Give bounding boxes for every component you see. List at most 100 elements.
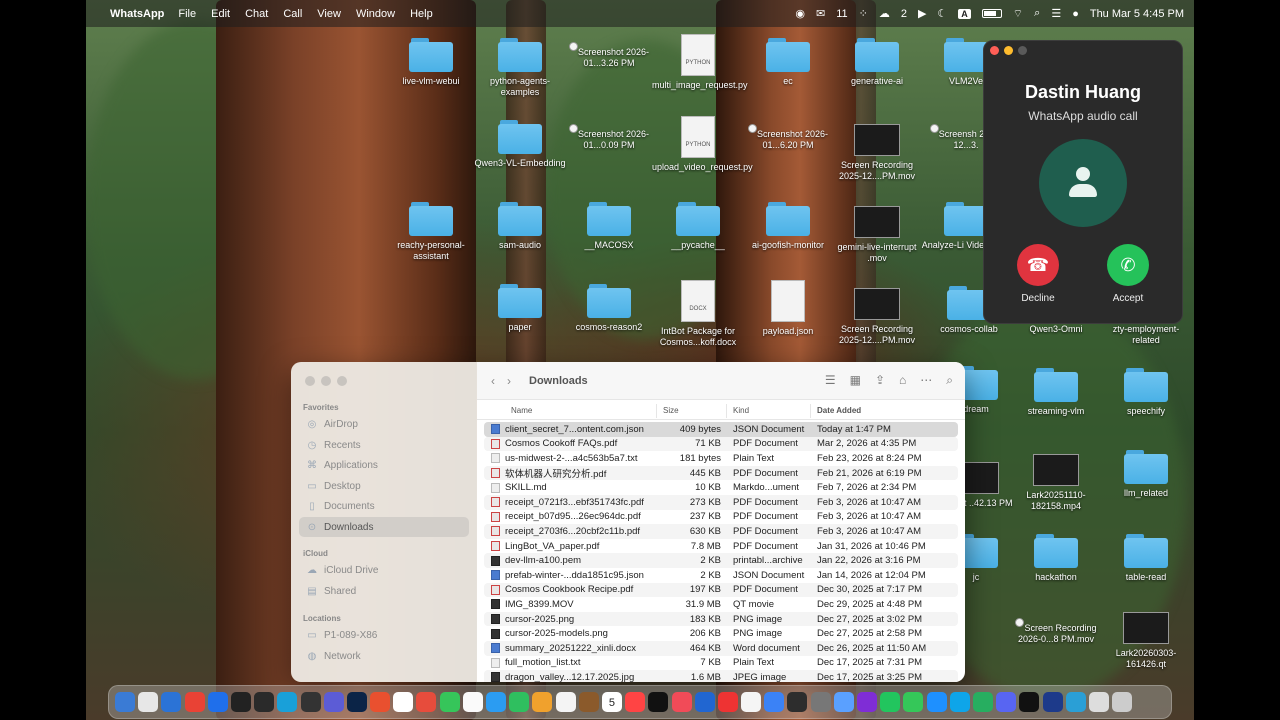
table-row[interactable]: LingBot_VA_paper.pdf 7.8 MB PDF Document Ja… [484,539,958,554]
menu-edit[interactable]: Edit [211,8,230,20]
input-source-icon[interactable]: A [958,8,971,19]
table-row[interactable]: Cosmos Cookoff FAQs.pdf 71 KB PDF Document… [484,436,958,452]
siri-icon[interactable]: ● [1072,8,1079,20]
dock-app-icon[interactable] [1042,692,1063,712]
dock-app-icon[interactable] [370,692,391,712]
dock-app-icon[interactable] [764,692,785,712]
back-icon[interactable]: ‹ [491,374,495,388]
desktop-icon[interactable]: Screenshot 2026-01...0.09 PM [563,122,655,151]
dock-app-icon[interactable] [439,692,460,712]
decline-button[interactable]: ☎ Decline [1008,244,1068,304]
menubar-clock[interactable]: Thu Mar 5 4:45 PM [1090,8,1184,20]
dock-app-icon[interactable] [346,692,367,712]
dock-app-icon[interactable] [555,692,576,712]
tag-icon[interactable]: ⌂ [899,373,906,388]
dock-app-icon[interactable] [1019,692,1040,712]
wifi-icon[interactable]: ⌔ [1013,7,1023,21]
sidebar-item-computer[interactable]: ▭ P1-089-X86 [299,625,469,645]
dock-app-icon[interactable] [161,692,182,712]
sidebar-item-desktop[interactable]: ▭ Desktop [299,476,469,496]
play-icon[interactable]: ▶ [918,7,926,20]
desktop-icon[interactable]: Lark20260303-161426.qt [1100,610,1192,670]
phone-icon[interactable]: ✆ [1107,244,1149,286]
table-row[interactable]: client_secret_7...ontent.com.json 409 byt… [484,422,958,437]
search-icon[interactable]: ⌕ [1034,7,1040,20]
desktop-icon[interactable]: Screen Recording 2025-12....PM.mov [831,122,923,182]
table-row[interactable]: summary_20251222_xinli.docx 464 KB Word do… [484,640,958,656]
dock-app-icon[interactable] [462,692,483,712]
minimize-button[interactable] [321,376,331,386]
share-icon[interactable]: ⇪ [875,373,885,388]
desktop-icon[interactable]: __pycache__ [652,202,744,251]
table-row[interactable]: us-midwest-2-...a4c563b5a7.txt 181 bytes P… [484,451,958,466]
table-row[interactable]: IMG_8399.MOV 31.9 MB QT movie Dec 29, 2025 … [484,597,958,612]
dock-app-icon[interactable] [810,692,831,712]
desktop-icon[interactable]: python-agents-examples [474,38,566,98]
table-row[interactable]: dev-llm-a100.pem 2 KB printabl...archive Ja… [484,553,958,568]
desktop-icon[interactable]: speechify [1100,368,1192,417]
close-button[interactable] [305,376,315,386]
dock-app-icon[interactable] [115,692,135,712]
dock-app-icon[interactable] [926,692,947,712]
desktop-icon[interactable]: llm_related [1100,450,1192,499]
table-row[interactable]: 软体机器人研究分析.pdf 445 KB PDF Document Feb 21, 2… [484,465,958,481]
dock-app-icon[interactable] [741,692,762,712]
zoom-button[interactable] [1018,46,1027,55]
sidebar-item-network[interactable]: ◍ Network [299,646,469,666]
desktop-icon[interactable]: DOCX IntBot Package for Cosmos...koff.doc… [652,280,744,348]
dock-app-icon[interactable] [717,692,738,712]
desktop-icon[interactable]: Screenshot 2026-01...6.20 PM [742,122,834,151]
column-name[interactable]: Name [477,403,657,418]
desktop-icon[interactable]: hackathon [1010,534,1102,583]
wechat-icon[interactable]: ✉ [816,7,825,20]
menu-file[interactable]: File [178,8,196,20]
cloud-icon[interactable]: ☁ [879,7,890,20]
accept-button[interactable]: ✆ Accept [1098,244,1158,304]
table-row[interactable]: prefab-winter-...dda1851c95.json 2 KB JSON… [484,568,958,583]
desktop-icon[interactable]: ec [742,38,834,87]
dock-app-icon[interactable] [1088,692,1109,712]
dock-app-icon[interactable] [323,692,344,712]
search-icon[interactable]: ⌕ [946,373,953,388]
desktop-icon[interactable]: live-vlm-webui [385,38,477,87]
desktop-icon[interactable]: reachy-personal-assistant [385,202,477,262]
dock-app-icon[interactable] [230,692,251,712]
sidebar-item-documents[interactable]: ▯ Documents [299,496,469,516]
hang-up-icon[interactable]: ☎ [1017,244,1059,286]
sidebar-item-shared[interactable]: ▤ Shared [299,581,469,601]
dock-app-icon[interactable] [787,692,808,712]
desktop-icon[interactable]: Screenshot 2026-01...3.26 PM [563,40,655,69]
dock-app-icon[interactable] [184,692,205,712]
desktop-icon[interactable]: Lark20251110-182158.mp4 [1010,452,1102,512]
close-button[interactable] [990,46,999,55]
menu-view[interactable]: View [317,8,341,20]
record-icon[interactable]: ◉ [795,7,805,20]
desktop-icon[interactable]: PYTHON upload_video_request.py [652,116,753,173]
table-row[interactable]: cursor-2025-models.png 206 KB PNG image Dec… [484,626,958,641]
dock-app-icon[interactable] [648,692,669,712]
dock-app-icon[interactable] [1112,692,1133,712]
desktop-icon[interactable]: paper [474,284,566,333]
dock-app-icon[interactable] [207,692,228,712]
grid-icon[interactable]: ⁘ [859,7,868,20]
battery-icon[interactable] [981,9,1002,18]
desktop-icon[interactable]: generative-ai [831,38,923,87]
desktop-icon[interactable]: PYTHON multi_image_request.py [652,34,748,91]
dock-app-icon[interactable] [416,692,437,712]
zoom-button[interactable] [337,376,347,386]
desktop-icon[interactable]: Qwen3-VL-Embedding [474,120,566,169]
menu-help[interactable]: Help [410,8,433,20]
menu-chat[interactable]: Chat [245,8,268,20]
column-kind[interactable]: Kind [727,403,811,418]
dock-app-icon[interactable] [833,692,854,712]
column-date-added[interactable]: Date Added [811,404,951,418]
desktop-icon[interactable]: streaming-vlm [1010,368,1102,417]
sidebar-item-applications[interactable]: ⌘ Applications [299,455,469,475]
dock-app-icon[interactable] [903,692,924,712]
list-view-icon[interactable]: ☰ [825,373,836,388]
sidebar-item-icloud-drive[interactable]: ☁ iCloud Drive [299,560,469,580]
sidebar-item-downloads[interactable]: ⊙ Downloads [299,517,469,537]
dock-app-icon[interactable] [509,692,530,712]
column-size[interactable]: Size [657,403,727,418]
sidebar-item-recents[interactable]: ◷ Recents [299,435,469,455]
